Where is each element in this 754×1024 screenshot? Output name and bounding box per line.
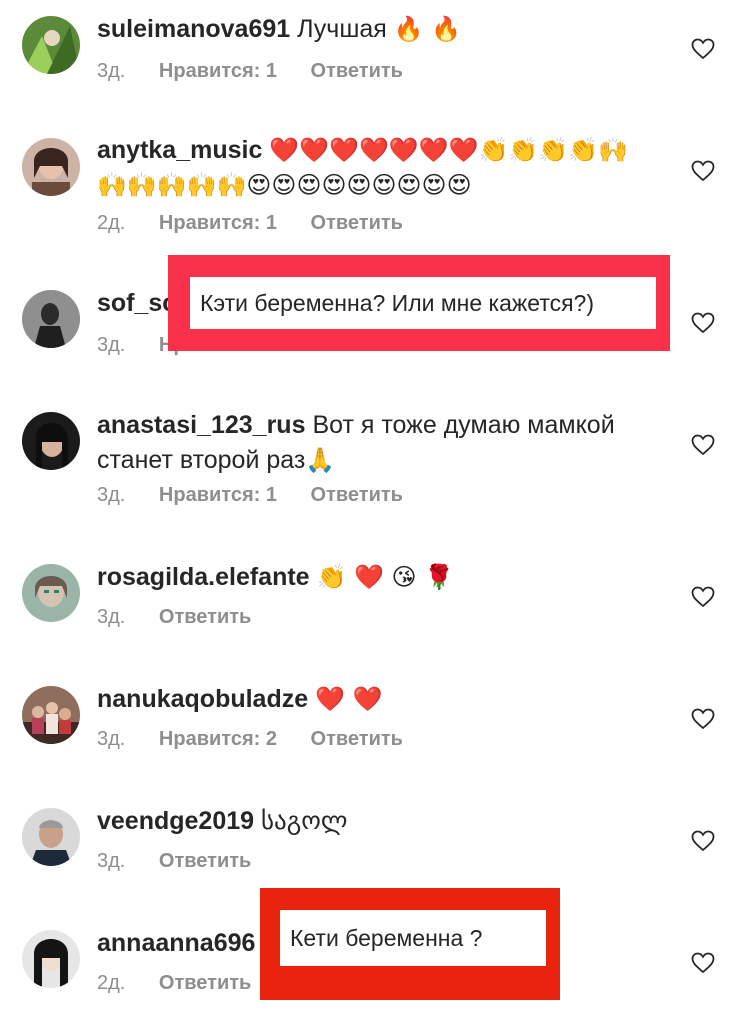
likes-count[interactable]: Нравится: 2 — [159, 728, 277, 750]
username[interactable]: rosagilda.elefante — [97, 563, 310, 591]
reply-button[interactable]: Ответить — [311, 60, 403, 82]
likes-value: 1 — [265, 484, 277, 506]
callout-text: Кети беременна ? — [290, 924, 483, 951]
likes-count[interactable]: Нравится: 1 — [159, 60, 277, 82]
heart-icon[interactable] — [691, 830, 715, 852]
username[interactable]: anytka_music — [97, 136, 262, 164]
likes-count[interactable]: Нравится: 1 — [159, 212, 277, 234]
timestamp: 3д. — [97, 484, 126, 506]
likes-count[interactable]: Нравится: 1 — [159, 484, 277, 506]
reply-button[interactable]: Ответить — [159, 606, 251, 628]
comment-emoji: 🔥 🔥 — [393, 15, 462, 43]
avatar[interactable] — [22, 290, 80, 348]
username[interactable]: veendge2019 — [97, 807, 254, 835]
likes-label: Нравится: — [158, 212, 261, 234]
likes-label: Нравится: — [158, 728, 261, 750]
reply-button[interactable]: Ответить — [311, 728, 403, 750]
username[interactable]: annaanna696 — [97, 929, 255, 957]
likes-label: Нравится: — [158, 484, 261, 506]
avatar[interactable] — [22, 16, 80, 74]
avatar[interactable] — [22, 808, 80, 866]
heart-icon[interactable] — [691, 38, 715, 60]
likes-value: 1 — [265, 212, 277, 234]
avatar[interactable] — [22, 686, 80, 744]
likes-value: 2 — [265, 728, 277, 750]
username[interactable]: suleimanova691 — [97, 15, 290, 43]
timestamp: 3д. — [97, 334, 126, 356]
timestamp: 3д. — [97, 850, 126, 872]
timestamp: 3д. — [97, 60, 126, 82]
highlight-callout: Кети беременна ? — [260, 888, 560, 1000]
avatar[interactable] — [22, 930, 80, 988]
avatar[interactable] — [22, 412, 80, 470]
heart-icon[interactable] — [691, 312, 715, 334]
comment-text: საგოლ — [261, 807, 348, 835]
heart-icon[interactable] — [691, 586, 715, 608]
reply-button[interactable]: Ответить — [159, 972, 251, 994]
comment-emoji: 👏 ❤️ 😘 🌹 — [316, 563, 455, 591]
timestamp: 2д. — [97, 972, 126, 994]
highlight-callout: Кэти беременна? Или мне кажется?) — [168, 255, 670, 351]
timestamp: 3д. — [97, 606, 126, 628]
username[interactable]: nanukaqobuladze — [97, 685, 308, 713]
reply-button[interactable]: Ответить — [159, 850, 251, 872]
reply-button[interactable]: Ответить — [311, 212, 403, 234]
heart-icon[interactable] — [691, 952, 715, 974]
heart-icon[interactable] — [691, 434, 715, 456]
username[interactable]: anastasi_123_rus — [97, 411, 305, 439]
avatar[interactable] — [22, 564, 80, 622]
callout-text: Кэти беременна? Или мне кажется?) — [200, 289, 595, 316]
heart-icon[interactable] — [691, 160, 715, 182]
reply-button[interactable]: Ответить — [311, 484, 403, 506]
comment-emoji: ❤️ ❤️ — [315, 685, 383, 713]
comment-text: Лучшая — [297, 15, 387, 43]
username[interactable]: sof_sc — [97, 289, 176, 317]
timestamp: 2д. — [97, 212, 126, 234]
likes-label: Нравится: — [158, 60, 261, 82]
avatar[interactable] — [22, 138, 80, 196]
likes-value: 1 — [265, 60, 277, 82]
heart-icon[interactable] — [691, 708, 715, 730]
comment-emoji: 🙏 — [305, 446, 336, 474]
timestamp: 3д. — [97, 728, 126, 750]
